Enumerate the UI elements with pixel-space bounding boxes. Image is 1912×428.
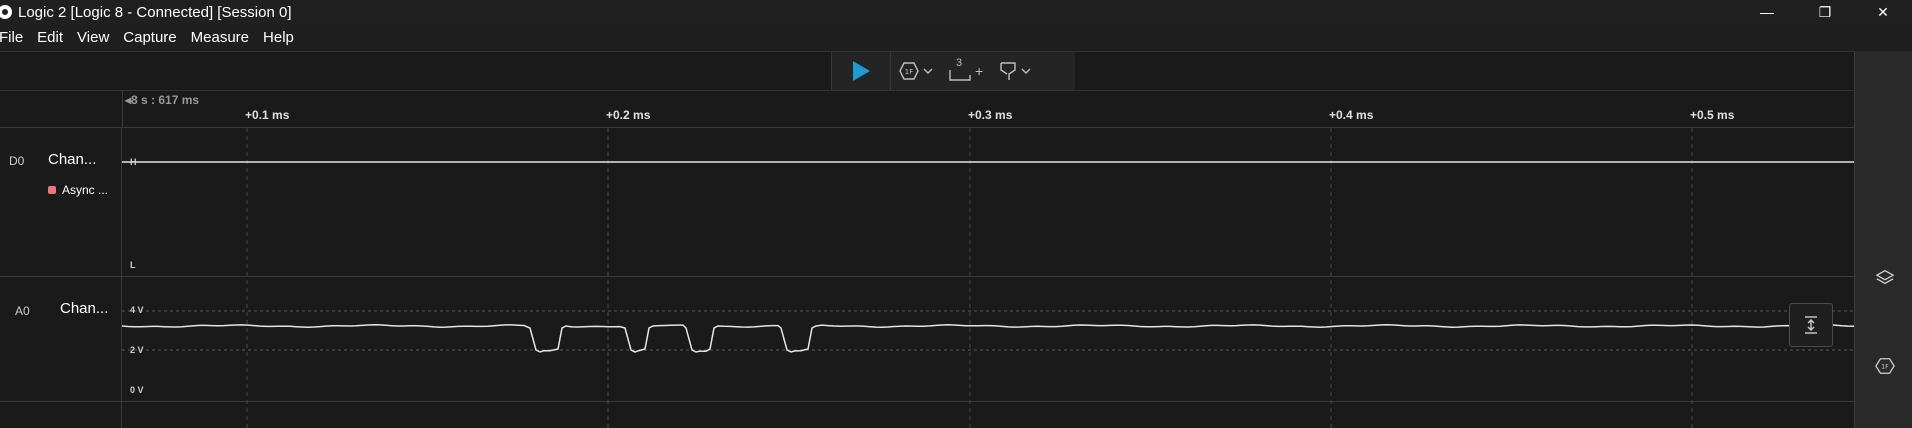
svg-text:1F: 1F	[1881, 364, 1889, 371]
minimize-button[interactable]: —	[1738, 0, 1796, 24]
maximize-button[interactable]: ❐	[1796, 0, 1854, 24]
measure-button[interactable]	[991, 52, 1039, 90]
menu-view[interactable]: View	[77, 29, 109, 46]
analyzer-color-dot	[48, 186, 56, 194]
ruler-spacer	[0, 91, 122, 128]
menu-bar: File Edit View Capture Measure Help	[0, 24, 1912, 51]
analyzer-icon[interactable]: 1F	[1875, 356, 1895, 376]
timing-marker-icon: 3	[949, 57, 971, 83]
channel-name-d0[interactable]: Chan...	[48, 151, 96, 168]
ruler-tick: +0.4 ms	[1329, 108, 1374, 122]
start-capture-button[interactable]	[831, 52, 891, 90]
analyzer-async-serial[interactable]: Async ...	[48, 183, 108, 197]
ruler-tick: +0.2 ms	[606, 108, 651, 122]
time-grid	[246, 128, 1693, 428]
toolbar-row: 1F 3 +	[0, 51, 1854, 91]
trigger-icon: 1F	[899, 62, 919, 80]
close-button[interactable]: ✕	[1854, 0, 1912, 24]
chevron-down-icon	[923, 68, 933, 74]
measure-icon	[1000, 62, 1016, 80]
app-logo-icon	[0, 5, 12, 19]
timing-marker-count: 3	[956, 57, 963, 69]
analog-waveform-a0	[122, 324, 1854, 353]
window-controls: — ❐ ✕	[1738, 0, 1912, 24]
ruler-tick: +0.3 ms	[968, 108, 1013, 122]
digital-low-label: L	[130, 260, 136, 270]
channel-id-a0: A0	[15, 304, 30, 318]
menu-measure[interactable]: Measure	[191, 29, 249, 46]
menu-capture[interactable]: Capture	[123, 29, 176, 46]
waveform-area[interactable]: H L 4 V 2 V 0 V	[122, 128, 1854, 428]
svg-text:1F: 1F	[905, 68, 913, 76]
analyzer-label: Async ...	[62, 183, 109, 197]
vertical-fit-icon	[1805, 316, 1817, 334]
voltage-label-2v: 2 V	[130, 345, 144, 355]
capture-toolbar: 1F 3 +	[831, 52, 1075, 90]
add-timing-marker-button[interactable]: 3 +	[941, 52, 991, 90]
voltage-label-0v: 0 V	[130, 385, 144, 395]
digital-high-label: H	[130, 157, 137, 167]
right-sidebar: 1F	[1854, 51, 1912, 428]
time-ruler[interactable]: ◂8 s : 617 ms +0.1 ms +0.2 ms +0.3 ms +0…	[122, 91, 1854, 128]
menu-edit[interactable]: Edit	[37, 29, 63, 46]
timing-marker-plus: +	[975, 63, 984, 79]
chevron-down-icon	[1021, 68, 1031, 74]
ruler-tick: +0.5 ms	[1690, 108, 1735, 122]
voltage-label-4v: 4 V	[130, 305, 144, 315]
channel-labels: D0 Chan... Async ... A0 Chan...	[0, 128, 122, 428]
layers-icon[interactable]	[1875, 267, 1895, 287]
ruler-origin: ◂8 s : 617 ms	[125, 93, 200, 107]
trigger-settings-button[interactable]: 1F	[891, 52, 941, 90]
menu-file[interactable]: File	[0, 29, 23, 46]
waveform-canvas	[122, 128, 1854, 428]
window-title: Logic 2 [Logic 8 - Connected] [Session 0…	[18, 3, 292, 21]
play-icon	[853, 61, 870, 81]
title-bar: Logic 2 [Logic 8 - Connected] [Session 0…	[0, 0, 1912, 24]
auto-scale-button[interactable]	[1789, 303, 1833, 347]
channel-id-d0: D0	[9, 154, 25, 168]
ruler-tick: +0.1 ms	[245, 108, 290, 122]
channel-name-a0[interactable]: Chan...	[60, 300, 108, 317]
menu-help[interactable]: Help	[263, 29, 294, 46]
